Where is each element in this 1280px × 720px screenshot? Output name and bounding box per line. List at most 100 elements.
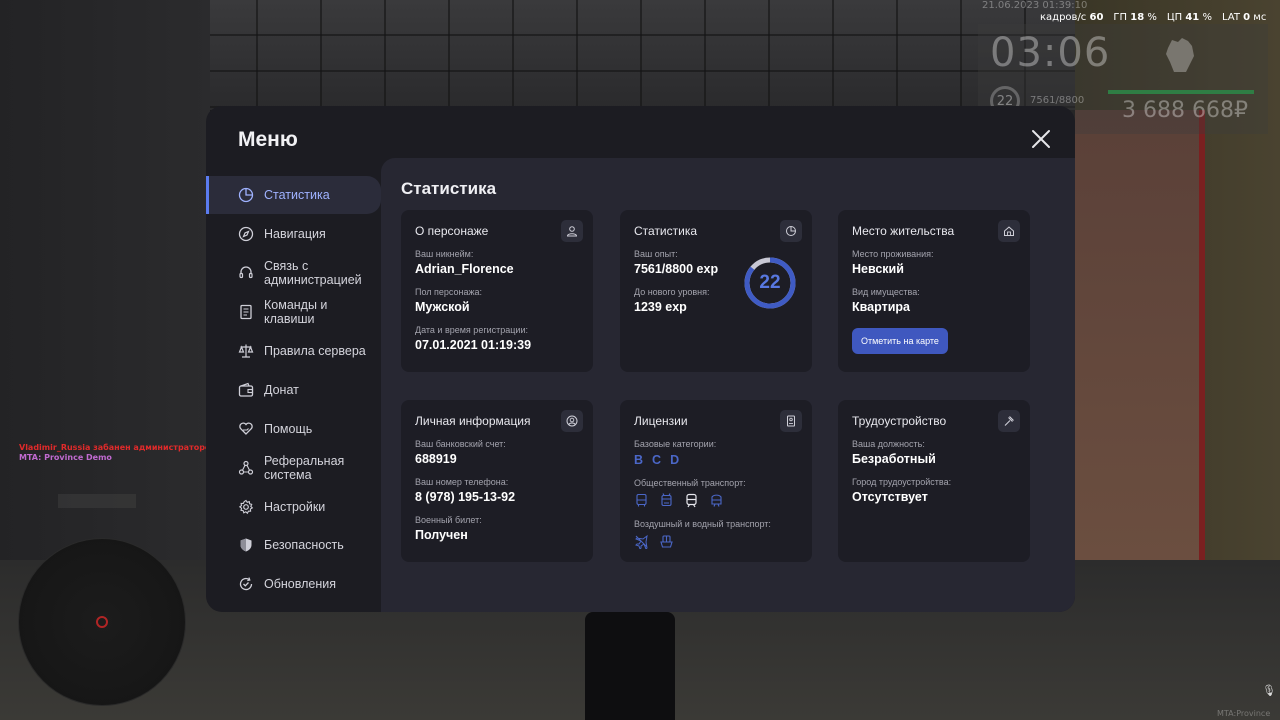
gender-value: Мужской (415, 300, 470, 314)
character-card: О персонаже Ваш никнейм: Adrian_Florence… (401, 210, 593, 372)
phone-label: Ваш номер телефона: (415, 477, 509, 487)
card-title: Трудоустройство (852, 414, 947, 428)
close-icon[interactable] (1028, 126, 1054, 152)
tram-icon (709, 493, 724, 508)
airplane-icon (634, 534, 649, 549)
job-city-value: Отсутствует (852, 490, 928, 504)
lat-stat: LAT 0 мс (1221, 12, 1267, 23)
fist-weapon-icon (1166, 38, 1194, 72)
sidebar-item-label: Безопасность (264, 538, 344, 553)
military-value: Получен (415, 528, 468, 542)
shield-icon (240, 538, 252, 552)
mark-on-map-button[interactable]: Отметить на карте (852, 328, 948, 354)
air-water-transport-label: Воздушный и водный транспорт: (634, 519, 771, 529)
air-water-licenses (634, 534, 798, 549)
card-title: Личная информация (415, 414, 531, 428)
document-icon (240, 304, 252, 320)
corner-icons: 🎙 (1262, 682, 1276, 700)
sidebar-item-label: Статистика (264, 188, 330, 202)
card-title: Лицензии (634, 414, 688, 428)
residence-label: Место проживания: (852, 249, 934, 259)
license-card-icon (780, 410, 802, 432)
sidebar-item-label: Команды и клавиши (264, 298, 328, 327)
sidebar-item-label: Навигация (264, 226, 326, 241)
registration-value: 07.01.2021 01:19:39 (415, 338, 532, 352)
base-categories-label: Базовые категории: (634, 439, 717, 449)
hud-datetime: 21.06.2023 01:39:10 (982, 0, 1088, 11)
sidebar-item-updates[interactable]: Обновления (206, 565, 381, 603)
gpu-stat: ГП 18 % (1113, 12, 1157, 23)
gender-label: Пол персонажа: (415, 287, 483, 297)
sidebar-item-label: Связь с администрацией (264, 258, 362, 287)
sidebar-item-help[interactable]: Помощь (206, 410, 381, 448)
public-transport-licenses (634, 493, 798, 508)
cpu-stat: ЦП 41 % (1166, 12, 1212, 23)
perf-overlay: кадров/с 60 ГП 18 % ЦП 41 % LAT 0 мс (1040, 12, 1266, 23)
stats-card: Статистика Ваш опыт: 7561/8800 exp До но… (620, 210, 812, 372)
bank-label: Ваш банковский счет: (415, 439, 506, 449)
property-value: Квартира (852, 300, 910, 314)
residence-value: Невский (852, 262, 904, 276)
job-city-label: Город трудоустройства: (852, 477, 952, 487)
pie-chart-icon (238, 187, 254, 203)
menu-window: Меню Статистика Навигация Связь с админи… (206, 106, 1075, 612)
gear-icon (238, 499, 254, 514)
nickname-label: Ваш никнейм: (415, 249, 474, 259)
military-label: Военный билет: (415, 515, 482, 525)
hud-money: 3 688 668₽ (1122, 98, 1248, 123)
microphone-icon: 🎙 (1262, 685, 1276, 697)
sidebar-item-label: Обновления (264, 576, 336, 591)
card-title: Статистика (634, 224, 698, 238)
home-icon (998, 220, 1020, 242)
share-icon (238, 460, 254, 475)
sidebar-item-security[interactable]: Безопасность (206, 526, 381, 564)
hud-exp: 7561/8800 (1030, 95, 1085, 106)
sidebar-item-commands[interactable]: Команды и клавиши (206, 293, 381, 332)
bus-icon (634, 493, 649, 508)
trolleybus-icon (659, 493, 674, 508)
sidebar-item-label: Правила сервера (264, 344, 366, 359)
statistics-panel: Статистика О персонаже Ваш никнейм: Adri… (381, 158, 1075, 612)
level-value: 22 (759, 272, 781, 293)
sidebar-item-settings[interactable]: Настройки (206, 488, 381, 526)
fps-stat: кадров/с 60 (1040, 12, 1104, 23)
menu-title: Меню (238, 128, 298, 151)
card-title: Место жительства (852, 224, 955, 238)
minimap-marker (96, 616, 108, 628)
sidebar-item-rules[interactable]: Правила сервера (206, 332, 381, 370)
pie-chart-icon (780, 220, 802, 242)
employment-card: Трудоустройство Ваша должность: Безработ… (838, 400, 1030, 562)
base-categories: B C D (634, 453, 798, 467)
sidebar-item-label: Помощь (264, 421, 313, 436)
card-title: О персонаже (415, 224, 489, 238)
wallet-icon (238, 382, 254, 397)
property-label: Вид имущества: (852, 287, 920, 297)
category-b: B (634, 453, 644, 467)
scales-icon (238, 344, 254, 358)
registration-label: Дата и время регистрации: (415, 325, 528, 335)
hammer-icon (998, 410, 1020, 432)
health-bar (1108, 90, 1254, 94)
sidebar-item-referral[interactable]: Реферальная система (206, 448, 381, 487)
sidebar-item-label: Реферальная система (264, 453, 345, 482)
train-icon (684, 493, 699, 508)
chat-input[interactable] (58, 494, 136, 508)
bank-value: 688919 (415, 452, 457, 466)
sidebar-item-donate[interactable]: Донат (206, 371, 381, 409)
nickname-value: Adrian_Florence (415, 262, 514, 276)
public-transport-label: Общественный транспорт: (634, 478, 746, 488)
position-value: Безработный (852, 452, 936, 466)
sidebar-item-navigation[interactable]: Навигация (206, 215, 381, 253)
position-label: Ваша должность: (852, 439, 925, 449)
category-c: C (652, 453, 662, 467)
sidebar-item-contact-admin[interactable]: Связь с администрацией (206, 253, 381, 292)
sidebar-item-statistics[interactable]: Статистика (206, 176, 381, 214)
sidebar-nav: Статистика Навигация Связь с администрац… (206, 176, 381, 604)
compass-icon (238, 226, 254, 241)
phone-value: 8 (978) 195-13-92 (415, 490, 516, 504)
heart-hand-icon (239, 421, 253, 435)
headset-icon (239, 266, 253, 278)
user-icon (561, 220, 583, 242)
page-title: Статистика (401, 179, 497, 198)
wall-poster (1075, 110, 1205, 580)
